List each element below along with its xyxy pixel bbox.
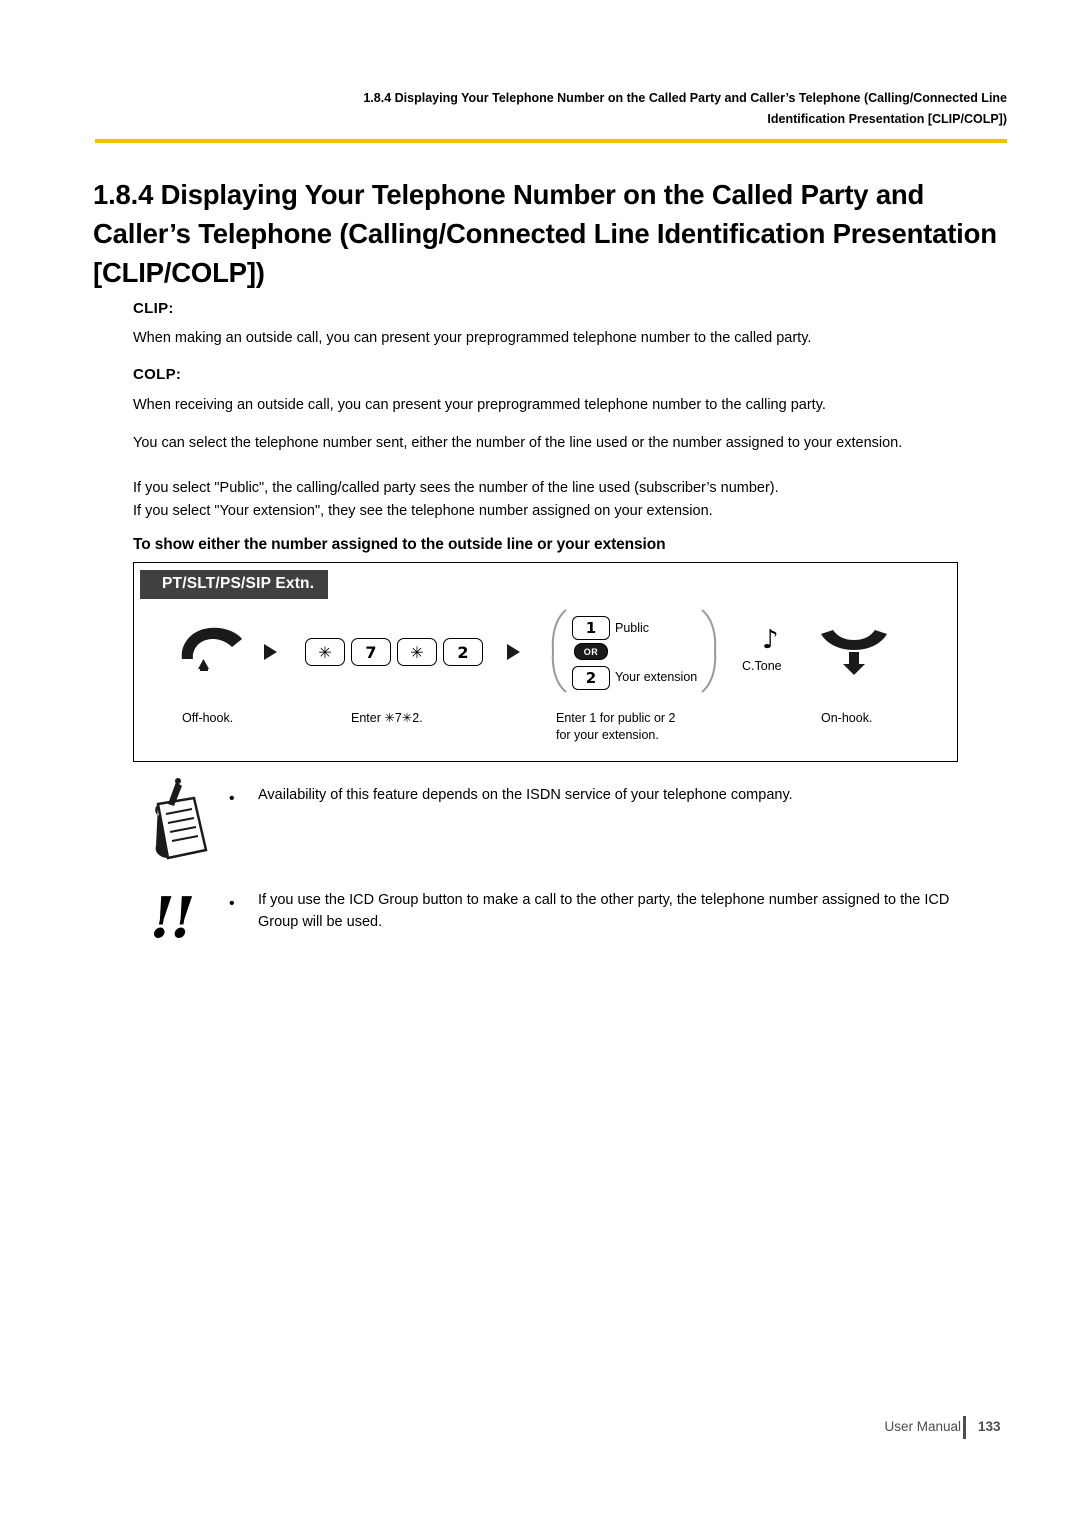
select-number-text: You can select the telephone number sent… [133, 435, 903, 451]
or-badge: OR [574, 643, 608, 660]
flow-arrow-2 [507, 644, 520, 660]
clip-description: When making an outside call, you can pre… [133, 330, 812, 346]
header-divider [95, 139, 1007, 143]
warning-icon: !! [150, 885, 195, 951]
note-text-2: If you use the ICD Group button to make … [258, 892, 950, 930]
flow-arrow-1 [264, 644, 277, 660]
onhook-handset-icon [817, 628, 891, 676]
public-option-text: If you select "Public", the calling/call… [133, 480, 779, 496]
key-2: 2 [443, 638, 483, 666]
caption-onhook: On-hook. [821, 711, 873, 725]
note-bullet-1: • [229, 790, 235, 807]
clip-label: CLIP: [133, 300, 174, 317]
footer-divider [963, 1416, 966, 1439]
notepad-icon [148, 778, 214, 860]
header-line-1: 1.8.4 Displaying Your Telephone Number o… [363, 91, 1007, 105]
caption-offhook: Off-hook. [182, 711, 234, 725]
phone-type-badge: PT/SLT/PS/SIP Extn. [140, 570, 329, 599]
caption-options-line2: for your extension. [556, 727, 659, 742]
page-title: 1.8.4 Displaying Your Telephone Number o… [93, 179, 997, 289]
key-star-2: ✳ [397, 638, 437, 666]
key-7: 7 [351, 638, 391, 666]
music-note-icon: ♪ [762, 625, 779, 655]
option-key-1: 1 [572, 616, 610, 640]
header-line-2: Identification Presentation [CLIP/COLP]) [767, 111, 1007, 126]
caption-options: Enter 1 for public or 2 for your extensi… [556, 710, 756, 744]
colp-description: When receiving an outside call, you can … [133, 397, 826, 413]
confirmation-tone-label: C.Tone [742, 659, 782, 673]
caption-options-line1: Enter 1 for public or 2 [556, 711, 676, 725]
footer-page-number: 133 [978, 1419, 1001, 1434]
note-bullet-2: • [229, 895, 235, 912]
option-key-2: 2 [572, 666, 610, 690]
document-page: 1.8.4 Displaying Your Telephone Number o… [0, 0, 1080, 1527]
option-label-your-extension: Your extension [615, 670, 698, 684]
procedure-heading: To show either the number assigned to th… [133, 536, 666, 553]
key-sequence: ✳ 7 ✳ 2 [305, 638, 483, 666]
offhook-handset-icon [176, 625, 254, 671]
option-label-public: Public [615, 621, 650, 635]
extension-option-text: If you select "Your extension", they see… [133, 503, 713, 519]
colp-label: COLP: [133, 366, 182, 383]
note-text-1: Availability of this feature depends on … [258, 787, 793, 803]
key-star-1: ✳ [305, 638, 345, 666]
footer-label: User Manual [884, 1419, 961, 1434]
caption-enter-code: Enter ✳7✳2. [351, 711, 423, 725]
page-header: 1.8.4 Displaying Your Telephone Number o… [95, 88, 1007, 129]
